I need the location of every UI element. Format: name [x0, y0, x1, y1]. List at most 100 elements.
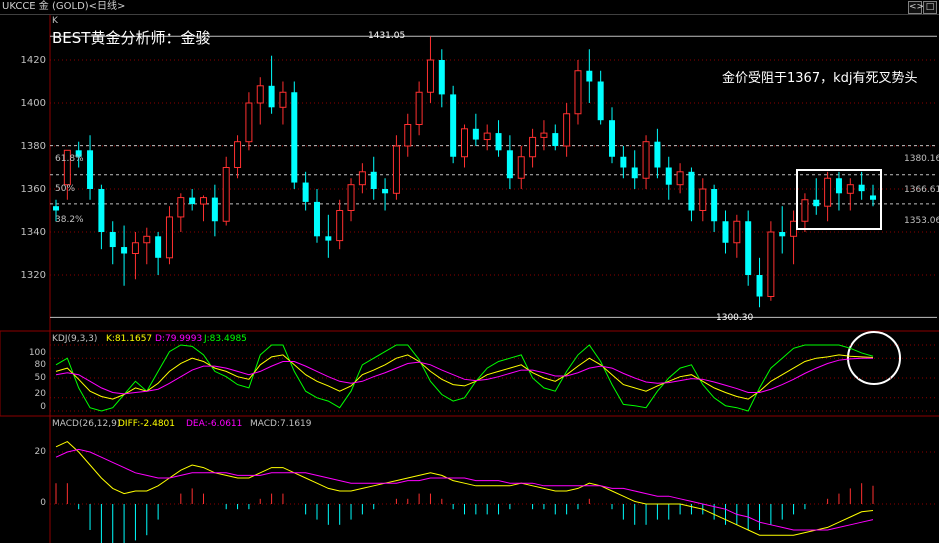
candle-body-down [597, 81, 604, 121]
fib-618-value: 1380.16 [904, 154, 939, 164]
low-annotation: 1300.30 [716, 313, 754, 323]
candle-body-up [358, 171, 366, 186]
candle-body-down [87, 150, 94, 189]
candle-body-down [121, 247, 128, 254]
candle-body-down [745, 221, 752, 275]
candle-body-up [461, 128, 468, 158]
kdj-j-value: J:83.4985 [204, 334, 247, 344]
candle-body-down [609, 120, 616, 157]
candle-body-down [268, 85, 275, 108]
candle-body-down [109, 232, 116, 248]
candle-body-up [733, 220, 741, 244]
price-tick-label: 1420 [21, 55, 46, 66]
candle-body-down [586, 70, 593, 82]
candle-body-down [870, 195, 876, 200]
price-tick-label: 1360 [21, 184, 46, 195]
kdj-ytick-50: 50 [34, 373, 46, 383]
fib-50-value: 1366.61 [904, 185, 939, 195]
candle-body-down [552, 133, 559, 146]
candle-body-down [631, 167, 638, 179]
fib-618-label: 61.8% [55, 154, 84, 164]
candle-body-up [222, 167, 230, 222]
candle-body-up [529, 136, 537, 158]
macd-diff-line [55, 441, 874, 536]
kdj-k-value: K:81.1657 [106, 334, 153, 344]
fib-382-value: 1353.06 [904, 216, 939, 226]
candle-body-up [563, 113, 571, 147]
candle-body-down [654, 141, 661, 168]
candle-body-up [540, 132, 548, 138]
candle-body-up [801, 199, 809, 222]
candle-body-down [325, 236, 332, 241]
kdj-title: KDJ(9,3,3) [52, 334, 98, 344]
candle-body-down [495, 133, 502, 151]
candle-body-up [767, 231, 775, 297]
candle-body-up [699, 188, 707, 211]
candle-body-up [426, 59, 434, 93]
candle-body-down [211, 197, 218, 222]
candle-body-up [279, 91, 287, 108]
kdj-ytick-80: 80 [34, 360, 46, 370]
candle-body-down [858, 184, 865, 192]
candle-body-down [756, 275, 763, 297]
candle-body-down [688, 171, 695, 211]
candle-body-up [131, 242, 139, 254]
candle-body-down [53, 206, 59, 211]
candle-body-up [392, 145, 400, 194]
candle-body-up [642, 141, 650, 179]
kdj-ytick-100: 100 [28, 348, 46, 358]
fib-382-label: 38.2% [55, 215, 84, 225]
high-annotation: 1431.05 [368, 31, 406, 41]
kdj-d-line [55, 357, 873, 395]
candle-body-down [472, 128, 479, 140]
candle-body-down [382, 189, 389, 194]
macd-ytick-20: 20 [34, 447, 46, 457]
candle-body-up [245, 102, 253, 143]
candle-body-up [347, 184, 355, 211]
macd-value: MACD:7.1619 [250, 419, 312, 429]
candle-body-down [779, 232, 786, 237]
candle-body-up [234, 141, 242, 168]
analyst-label: BEST黄金分析师：金骏 [52, 29, 211, 47]
macd-dea-line [55, 448, 874, 531]
candle-body-up [200, 197, 208, 205]
candle-body-up [336, 210, 344, 242]
candle-body-down [155, 236, 162, 258]
kdj-d-value: D:79.9993 [155, 334, 203, 344]
candle-body-down [620, 156, 627, 168]
candle-body-up [256, 85, 264, 104]
candle-body-down [291, 92, 298, 183]
candle-body-up [404, 124, 412, 147]
candle-body-up [165, 216, 173, 259]
candle-body-down [711, 189, 718, 222]
price-tick-label: 1380 [21, 141, 46, 152]
candle-body-up [517, 156, 525, 179]
candle-body-down [835, 178, 842, 194]
fib-50-label: 50% [55, 184, 76, 194]
candle-body-up [846, 184, 854, 194]
candle-body-down [302, 182, 309, 202]
candle-body-down [98, 189, 105, 232]
candle-body-up [790, 220, 798, 237]
macd-diff-value: DIFF:-2.4801 [118, 419, 176, 429]
candle-body-up [676, 171, 684, 186]
candle-body-down [313, 201, 320, 237]
kdj-ytick-20: 20 [34, 389, 46, 399]
macd-title: MACD(26,12,9) [52, 419, 121, 429]
candle-body-down [506, 150, 513, 179]
macd-dea-value: DEA:-6.0611 [186, 419, 243, 429]
candle-body-up [824, 177, 832, 207]
candle-body-up [177, 197, 185, 218]
macd-ytick-0: 0 [40, 498, 46, 508]
price-tick-label: 1320 [21, 270, 46, 281]
comment-label: 金价受阻于1367，kdj有死叉势头 [722, 71, 918, 86]
marker-k: K [52, 16, 58, 26]
price-tick-label: 1400 [21, 98, 46, 109]
kdj-ytick-0: 0 [40, 402, 46, 412]
candle-body-down [722, 221, 729, 243]
candle-body-down [438, 60, 445, 95]
candle-body-down [665, 167, 672, 185]
candle-body-down [450, 94, 457, 157]
price-tick-label: 1340 [21, 227, 46, 238]
candle-body-down [189, 197, 196, 205]
